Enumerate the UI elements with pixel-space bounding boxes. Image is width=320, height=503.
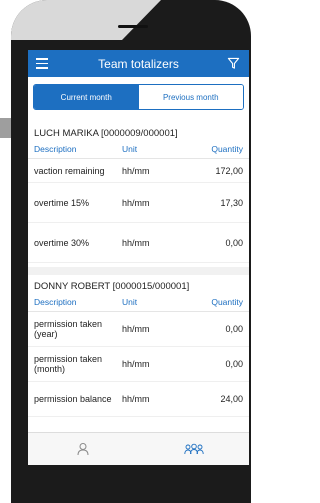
- month-tabs: Current month Previous month: [33, 84, 244, 110]
- app-screen: Team totalizers Current month Previous m…: [28, 50, 249, 465]
- column-headers: Description Unit Quantity: [28, 141, 249, 159]
- row-unit: hh/mm: [122, 237, 150, 248]
- row-unit: hh/mm: [122, 324, 150, 334]
- nav-user-button[interactable]: [68, 439, 98, 459]
- col-unit: Unit: [122, 144, 138, 154]
- section-divider: [28, 267, 249, 275]
- nav-team-button[interactable]: [179, 439, 209, 459]
- tab-previous-month[interactable]: Previous month: [138, 85, 243, 109]
- table-row[interactable]: permission taken (year) hh/mm 0,00: [28, 312, 249, 347]
- row-description: permission balance: [34, 394, 112, 404]
- column-headers: Description Unit Quantity: [28, 294, 249, 312]
- row-quantity: 0,00: [225, 359, 243, 369]
- row-description: permission taken (year): [34, 319, 103, 339]
- row-quantity: 24,00: [220, 394, 243, 404]
- tab-current-month[interactable]: Current month: [34, 85, 139, 109]
- row-quantity: 172,00: [215, 165, 243, 176]
- row-unit: hh/mm: [122, 197, 150, 208]
- employee-header: DONNY ROBERT [0000015/000001]: [34, 281, 190, 292]
- row-unit: hh/mm: [122, 394, 150, 404]
- row-quantity: 0,00: [225, 324, 243, 334]
- row-description: permission taken (month): [34, 354, 103, 374]
- table-row[interactable]: vaction remaining hh/mm 172,00: [28, 159, 249, 183]
- table-row[interactable]: overtime 30% hh/mm 0,00: [28, 223, 249, 263]
- col-description: Description: [34, 144, 77, 154]
- col-quantity: Quantity: [211, 297, 243, 307]
- team-icon: [184, 443, 204, 455]
- table-row[interactable]: permission taken (month) hh/mm 0,00: [28, 347, 249, 382]
- employee-header: LUCH MARIKA [0000009/000001]: [34, 128, 178, 139]
- page-title: Team totalizers: [98, 56, 179, 71]
- row-quantity: 0,00: [225, 237, 243, 248]
- col-unit: Unit: [122, 297, 138, 307]
- row-unit: hh/mm: [122, 359, 150, 369]
- row-description: overtime 15%: [34, 197, 90, 208]
- phone-speaker: [118, 25, 148, 28]
- bottom-navigation: [28, 432, 249, 465]
- row-quantity: 17,30: [220, 197, 243, 208]
- col-quantity: Quantity: [211, 144, 243, 154]
- row-description: overtime 30%: [34, 237, 90, 248]
- table-row[interactable]: overtime 15% hh/mm 17,30: [28, 183, 249, 223]
- row-unit: hh/mm: [122, 165, 150, 176]
- hamburger-menu-icon[interactable]: [36, 58, 48, 69]
- col-description: Description: [34, 297, 77, 307]
- totalizer-list[interactable]: LUCH MARIKA [0000009/000001] Description…: [28, 122, 249, 433]
- user-icon: [77, 443, 89, 456]
- row-description: vaction remaining: [34, 165, 105, 176]
- app-header: Team totalizers: [28, 50, 249, 77]
- table-row[interactable]: permission balance hh/mm 24,00: [28, 382, 249, 417]
- filter-icon[interactable]: [227, 57, 240, 70]
